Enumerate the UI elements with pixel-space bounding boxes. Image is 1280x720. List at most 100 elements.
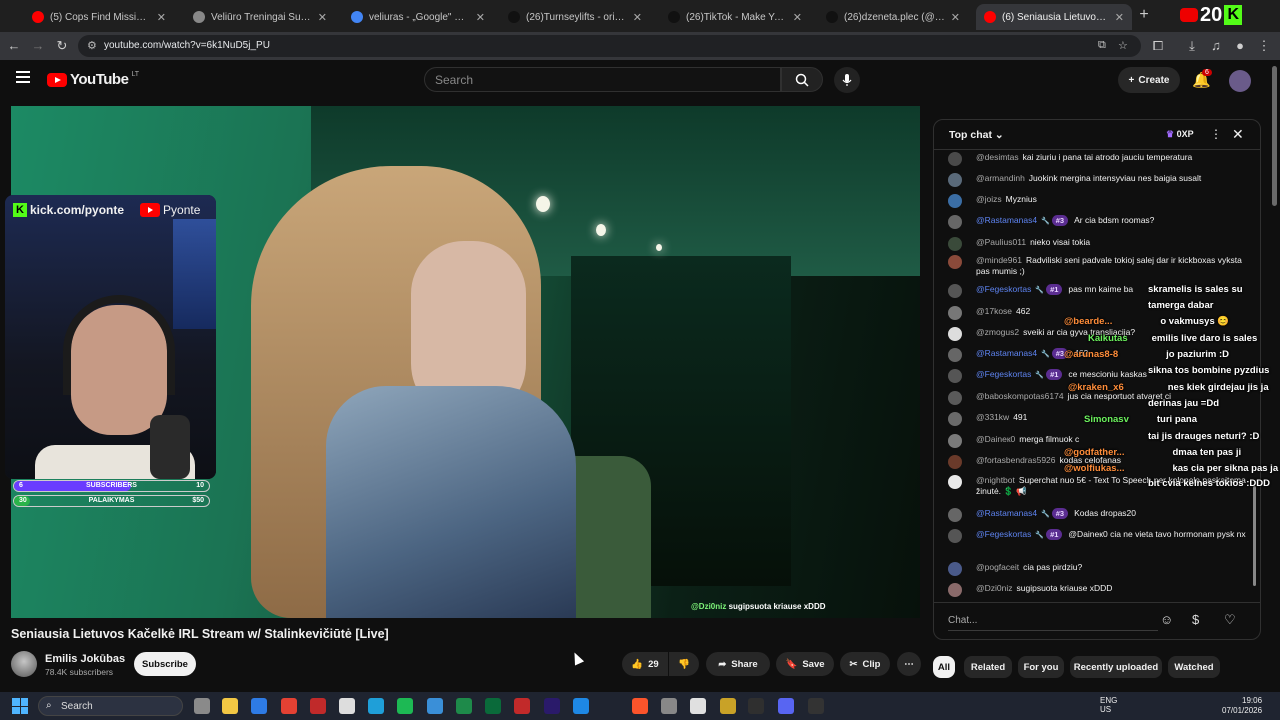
chat-user-avatar[interactable] [948,327,962,341]
tab-close-icon[interactable]: ✕ [157,11,166,24]
chat-user-avatar[interactable] [948,412,962,426]
chat-username[interactable]: @minde961 [976,255,1022,265]
tab-close-icon[interactable]: ✕ [793,11,802,24]
page-scrollbar[interactable] [1271,66,1278,686]
chrome-icon[interactable] [281,698,297,714]
chat-username[interactable]: @Rastamanas4 [976,508,1037,518]
browser-tab[interactable]: (5) Cops Find Missing Teen's Bo ✕ [24,4,174,30]
super-chat-icon[interactable]: $ [1192,612,1199,627]
forward-icon[interactable]: → [30,38,46,54]
chat-user-avatar[interactable] [948,369,962,383]
download-icon[interactable]: ⤓ [1184,38,1200,54]
chat-username[interactable]: @Paulius011 [976,237,1026,247]
chat-user-avatar[interactable] [948,508,962,522]
system-tray[interactable]: ENG US [1100,696,1117,714]
chat-user-avatar[interactable] [948,215,962,229]
store-icon[interactable] [251,698,267,714]
chat-user-avatar[interactable] [948,255,962,269]
bookmark-star-icon[interactable]: ☆ [1118,39,1128,52]
chat-more-icon[interactable]: ⋮ [1210,127,1222,141]
spotify-icon[interactable] [397,698,413,714]
chat-user-avatar[interactable] [948,237,962,251]
browser-tab[interactable]: (26)TikTok - Make Your Day ✕ [660,4,810,30]
reload-icon[interactable]: ↻ [54,38,70,54]
browser-tab[interactable]: (26)Turnseylifts - original sounc ✕ [500,4,650,30]
account-avatar[interactable] [1229,70,1251,92]
filter-chip[interactable]: Related [964,656,1012,678]
chat-message[interactable]: @Dzi0niz sugipsuota kriause xDDD [948,583,1248,597]
new-tab-button[interactable]: + [1136,6,1152,24]
chat-message[interactable]: @pogfaceit cia pas pirdziu? [948,562,1248,576]
chat-message[interactable]: @desimtas kai ziuriu i pana tai atrodo ja… [948,152,1248,166]
app-icon[interactable] [339,698,355,714]
app-icon[interactable] [485,698,501,714]
create-button[interactable]: + Create [1118,67,1180,93]
chat-username[interactable]: @Daineк0 [976,434,1015,444]
channel-avatar[interactable] [11,651,37,677]
subscribe-button[interactable]: Subscribe [134,652,196,676]
chat-user-avatar[interactable] [948,562,962,576]
app-icon[interactable] [720,698,736,714]
chat-message[interactable]: @minde961 Radviliski seni padvale tokioj … [948,255,1248,277]
chat-username[interactable]: @zmogus2 [976,327,1019,337]
chat-message[interactable]: @armandinh Juokink mergina intensyviau ne… [948,173,1248,187]
voice-search-button[interactable] [834,67,860,93]
chat-message[interactable]: @joizs Myznius [948,194,1248,208]
channel-name[interactable]: Emilis Jokūbas [45,653,125,665]
chat-user-avatar[interactable] [948,194,962,208]
share-button[interactable]: ➦ Share [706,652,770,676]
back-icon[interactable]: ← [6,38,22,54]
clip-button[interactable]: ✂ Clip [840,652,890,676]
chat-input[interactable] [948,611,1158,631]
media-control-icon[interactable]: ♫ [1208,38,1224,54]
close-icon[interactable]: ✕ [1232,126,1244,143]
save-button[interactable]: 🔖 Save [776,652,834,676]
chat-username[interactable]: @Dzi0niz [976,583,1013,593]
chat-username[interactable]: @17kose [976,306,1012,316]
tab-close-icon[interactable]: ✕ [1115,11,1124,24]
tab-close-icon[interactable]: ✕ [633,11,642,24]
chat-username[interactable]: @Fegeskortas [976,529,1031,539]
chat-user-avatar[interactable] [948,152,962,166]
search-button[interactable] [781,67,823,92]
app-icon[interactable] [661,698,677,714]
app-icon[interactable] [310,698,326,714]
edge-icon[interactable] [368,698,384,714]
browser-tab[interactable]: veliuras - „Google" paieška ✕ [343,4,493,30]
chat-user-avatar[interactable] [948,391,962,405]
discord-icon[interactable] [778,698,794,714]
system-clock[interactable]: 19:06 07/01/2026 [1222,696,1262,716]
site-info-icon[interactable]: ⚙ [87,39,97,52]
premiere-icon[interactable] [544,698,560,714]
chat-username[interactable]: @pogfaceit [976,562,1019,572]
chat-username[interactable]: @baboskompotas6174 [976,391,1064,401]
chat-scrollbar[interactable] [1252,156,1257,596]
browser-tab[interactable]: (6) Seniausia Lietuvos Kačelk ✕ [976,4,1132,30]
taskbar-search-input[interactable] [38,696,183,716]
app-icon[interactable] [690,698,706,714]
filter-chip[interactable]: For you [1018,656,1064,678]
chat-user-avatar[interactable] [948,529,962,543]
file-explorer-icon[interactable] [222,698,238,714]
chat-user-avatar[interactable] [948,348,962,362]
tab-close-icon[interactable]: ✕ [318,11,327,24]
like-button[interactable]: 👍 29 [622,652,668,676]
install-app-icon[interactable]: ⧉ [1098,39,1106,52]
chat-username[interactable]: @Fegeskortas [976,369,1031,379]
language-indicator[interactable]: ENG US [1100,696,1117,714]
chat-user-avatar[interactable] [948,583,962,597]
emoji-icon[interactable]: ☺ [1160,612,1173,627]
heart-icon[interactable]: ♡ [1224,612,1236,628]
obs-icon[interactable] [808,698,824,714]
top-chat-dropdown[interactable]: Top chat ⌄ [949,129,1004,141]
filter-chip[interactable]: Recently uploaded [1070,656,1162,678]
youtube-logo[interactable]: YouTube LT [47,71,139,88]
chat-message[interactable]: @Paulius011 nieko visai tokia [948,237,1248,251]
search-input[interactable] [424,67,781,92]
chat-username[interactable]: @nightbot [976,475,1015,485]
chat-user-avatar[interactable] [948,284,962,298]
browser-tab[interactable]: Veliūro Treningai Su Kapišonu - ✕ [185,4,335,30]
chat-username[interactable]: @armandinh [976,173,1025,183]
chat-message[interactable]: @Rastamanas4 🔧 #3 Kodas dropas20 [948,508,1248,522]
app-icon[interactable] [573,698,589,714]
